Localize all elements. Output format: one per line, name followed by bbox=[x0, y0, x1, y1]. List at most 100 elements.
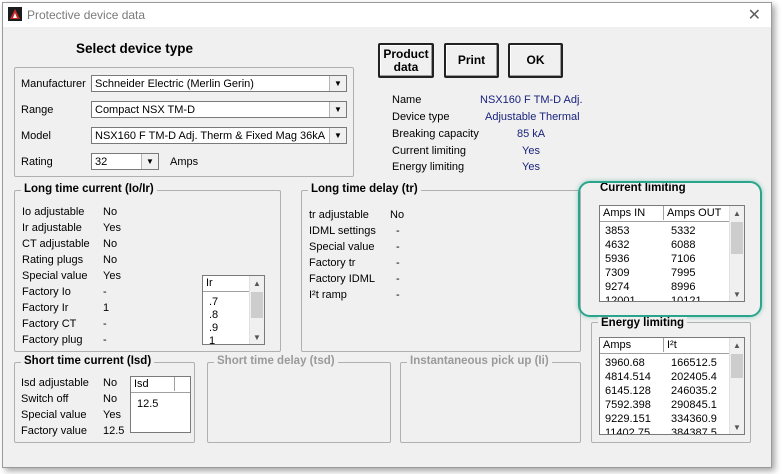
ir-scrollbar[interactable]: ▲ ▼ bbox=[249, 276, 264, 344]
short-time-label: Switch off bbox=[21, 393, 69, 405]
long-time-current-title: Long time current (Io/Ir) bbox=[21, 183, 157, 195]
model-select[interactable]: NSX160 F TM-D Adj. Therm & Fixed Mag 36k… bbox=[91, 127, 347, 144]
ir-listbox[interactable]: Ir .7.8.9 1 ▲ ▼ bbox=[202, 275, 265, 345]
energy-limiting-title: Energy limiting bbox=[598, 317, 688, 329]
delay-value: - bbox=[396, 273, 400, 285]
setting-label: CT adjustable bbox=[22, 238, 90, 250]
amps-cell[interactable]: 6145.128 bbox=[605, 385, 651, 397]
setting-value: Yes bbox=[103, 270, 121, 282]
i2t-cell[interactable]: 202405.4 bbox=[671, 371, 717, 383]
scroll-thumb[interactable] bbox=[731, 354, 743, 378]
setting-value: Yes bbox=[103, 222, 121, 234]
i2t-cell[interactable]: 334360.9 bbox=[671, 413, 717, 425]
setting-value: - bbox=[103, 334, 107, 346]
energy-limiting-value: Yes bbox=[522, 161, 540, 173]
energy-limiting-header: Amps I²t bbox=[600, 338, 731, 354]
short-time-delay-title: Short time delay (tsd) bbox=[214, 355, 338, 367]
delay-label: Factory IDML bbox=[309, 273, 376, 285]
i2t-cell[interactable]: 166512.5 bbox=[671, 357, 717, 369]
scroll-up-icon[interactable]: ▲ bbox=[730, 338, 744, 352]
instantaneous-title: Instantaneous pick up (Ii) bbox=[407, 355, 552, 367]
isd-listbox[interactable]: Isd 12.5 bbox=[130, 376, 191, 433]
app-icon bbox=[8, 7, 22, 21]
energy-limiting-label: Energy limiting bbox=[392, 161, 465, 173]
i2t-cell[interactable]: 384387.5 bbox=[671, 427, 717, 434]
i2t-cell[interactable]: 246035.2 bbox=[671, 385, 717, 397]
device-type-label: Device type bbox=[392, 111, 450, 123]
delay-label: tr adjustable bbox=[309, 209, 369, 221]
short-time-label: Isd adjustable bbox=[21, 377, 89, 389]
chevron-down-icon[interactable]: ▼ bbox=[329, 128, 346, 143]
short-time-value: No bbox=[103, 393, 118, 405]
ir-list-item[interactable]: .8 bbox=[209, 309, 218, 321]
rating-unit: Amps bbox=[170, 156, 199, 168]
title-bar: Protective device data ✕ bbox=[3, 3, 771, 27]
range-select[interactable]: Compact NSX TM-D ▼ bbox=[91, 101, 347, 118]
window-title: Protective device data bbox=[27, 8, 146, 22]
delay-label: Factory tr bbox=[309, 257, 356, 269]
ok-button[interactable]: OK bbox=[508, 43, 563, 78]
name-label: Name bbox=[392, 94, 422, 106]
select-device-heading: Select device type bbox=[76, 41, 194, 56]
amps-cell[interactable]: 9229.151 bbox=[605, 413, 651, 425]
delay-value: - bbox=[396, 241, 400, 253]
product-data-button[interactable]: Product data bbox=[378, 43, 434, 78]
setting-label: Io adjustable bbox=[22, 206, 85, 218]
model-value: NSX160 F TM-D Adj. Therm & Fixed Mag 36k… bbox=[95, 130, 326, 142]
setting-label: Ir adjustable bbox=[22, 222, 82, 234]
i2t-cell[interactable]: 290845.1 bbox=[671, 399, 717, 411]
setting-label: Factory Io bbox=[22, 286, 71, 298]
short-time-delay-group: Short time delay (tsd) bbox=[207, 355, 391, 443]
rating-select[interactable]: 32 ▼ bbox=[91, 153, 159, 170]
current-limiting-highlight bbox=[578, 181, 762, 317]
ir-list-item[interactable]: .9 bbox=[209, 322, 218, 334]
chevron-down-icon[interactable]: ▼ bbox=[329, 76, 346, 91]
ir-list-item[interactable]: .7 bbox=[209, 296, 218, 308]
amps-cell[interactable]: 3960.68 bbox=[605, 357, 645, 369]
setting-value: No bbox=[103, 238, 118, 250]
short-time-value: Yes bbox=[103, 409, 121, 421]
dialog-window: Protective device data ✕ Select device t… bbox=[2, 2, 772, 468]
scroll-up-icon[interactable]: ▲ bbox=[250, 276, 264, 290]
setting-value: - bbox=[103, 318, 107, 330]
delay-label: I²t ramp bbox=[309, 289, 347, 301]
short-time-value: 12.5 bbox=[103, 425, 125, 437]
setting-label: Factory CT bbox=[22, 318, 77, 330]
scroll-thumb[interactable] bbox=[251, 292, 263, 318]
close-icon[interactable]: ✕ bbox=[748, 5, 761, 25]
setting-value: No bbox=[103, 206, 118, 218]
rating-value: 32 bbox=[95, 156, 108, 168]
long-time-delay-title: Long time delay (tr) bbox=[308, 183, 421, 195]
amps-cell[interactable]: 4814.514 bbox=[605, 371, 651, 383]
energy-limiting-table[interactable]: Amps I²t 3960.68 166512.5 4814.514 202405.4… bbox=[599, 337, 745, 435]
current-limiting-label: Current limiting bbox=[392, 145, 466, 157]
delay-value: - bbox=[396, 289, 400, 301]
scroll-down-icon[interactable]: ▼ bbox=[730, 420, 744, 434]
print-button[interactable]: Print bbox=[444, 43, 499, 78]
setting-value: - bbox=[103, 286, 107, 298]
manufacturer-value: Schneider Electric (Merlin Gerin) bbox=[95, 78, 254, 90]
current-limiting-value: Yes bbox=[522, 145, 540, 157]
range-value: Compact NSX TM-D bbox=[95, 104, 196, 116]
isd-list-header-row: Isd bbox=[131, 377, 190, 393]
device-type-value: Adjustable Thermal bbox=[485, 111, 580, 123]
isd-list-header: Isd bbox=[131, 377, 175, 391]
amps-cell[interactable]: 7592.398 bbox=[605, 399, 651, 411]
col-amps[interactable]: Amps bbox=[600, 338, 664, 352]
range-label: Range bbox=[21, 104, 54, 116]
breaking-capacity-label: Breaking capacity bbox=[392, 128, 479, 140]
ir-list-item[interactable]: 1 bbox=[209, 335, 215, 344]
delay-label: IDML settings bbox=[309, 225, 376, 237]
chevron-down-icon[interactable]: ▼ bbox=[141, 154, 158, 169]
isd-list-item[interactable]: 12.5 bbox=[137, 398, 158, 410]
energy-limiting-scrollbar[interactable]: ▲ ▼ bbox=[729, 338, 744, 434]
setting-label: Special value bbox=[22, 270, 88, 282]
delay-label: Special value bbox=[309, 241, 375, 253]
setting-label: Factory Ir bbox=[22, 302, 69, 314]
scroll-down-icon[interactable]: ▼ bbox=[250, 330, 264, 344]
col-i2t[interactable]: I²t bbox=[664, 338, 731, 352]
amps-cell[interactable]: 11402.75 bbox=[605, 427, 650, 434]
rating-label: Rating bbox=[21, 156, 53, 168]
chevron-down-icon[interactable]: ▼ bbox=[329, 102, 346, 117]
manufacturer-select[interactable]: Schneider Electric (Merlin Gerin) ▼ bbox=[91, 75, 347, 92]
